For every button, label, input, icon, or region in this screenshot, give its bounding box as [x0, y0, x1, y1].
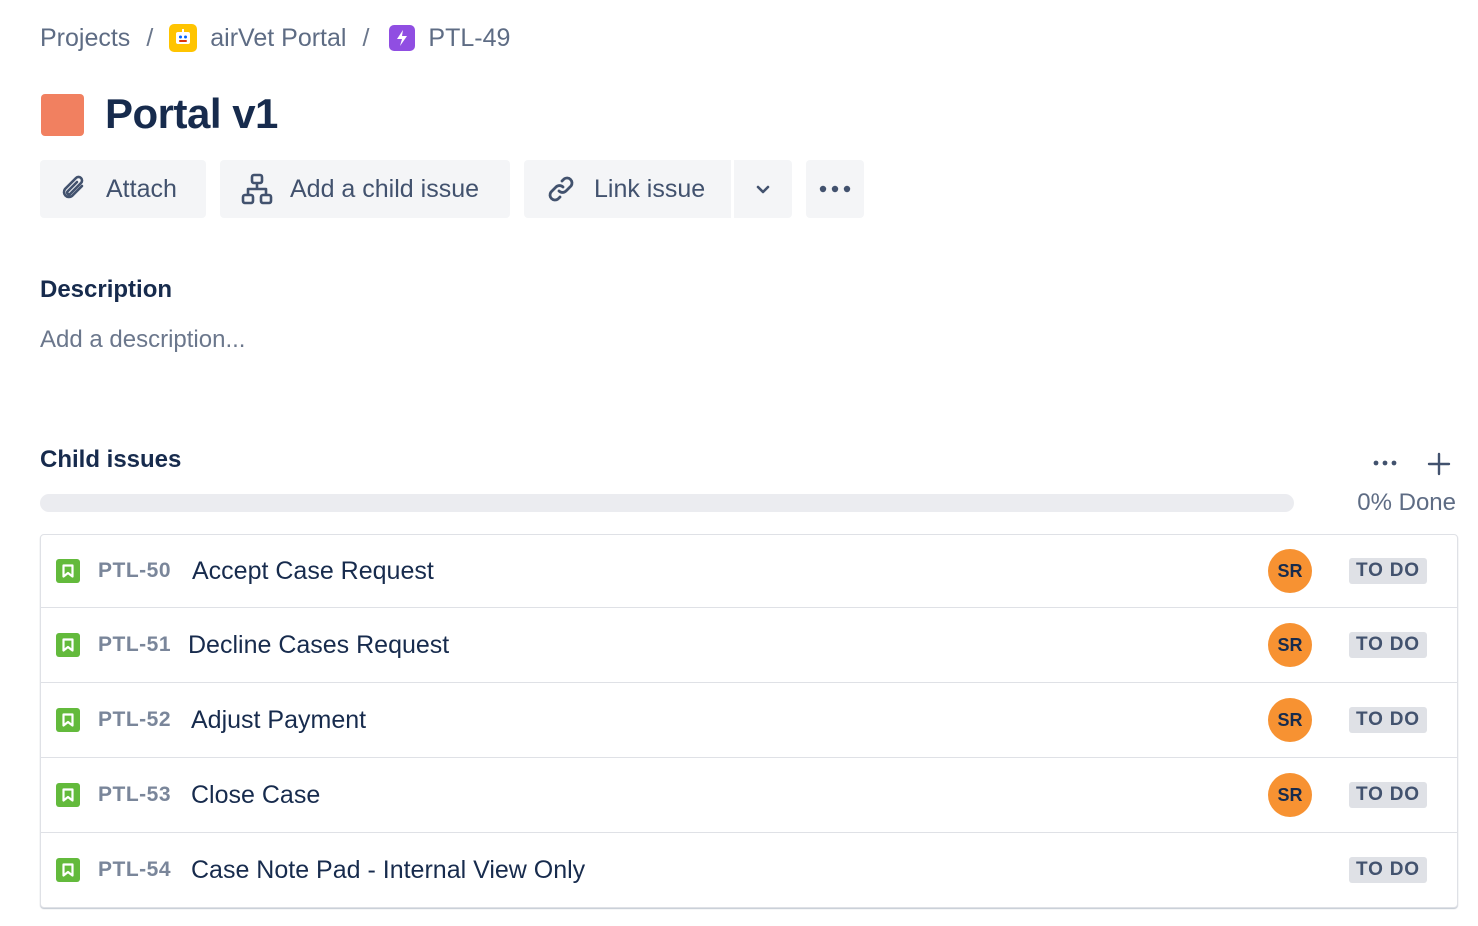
story-icon: [56, 858, 80, 882]
issue-summary[interactable]: Case Note Pad - Internal View Only: [191, 856, 585, 885]
project-avatar-icon[interactable]: [169, 24, 198, 52]
more-icon: [1373, 460, 1397, 466]
status-badge[interactable]: TO DO: [1349, 857, 1427, 883]
issue-summary[interactable]: Close Case: [191, 781, 320, 810]
breadcrumb-project[interactable]: airVet Portal: [210, 24, 346, 53]
story-icon: [56, 708, 80, 732]
status-badge[interactable]: TO DO: [1349, 558, 1427, 584]
issue-key[interactable]: PTL-51: [98, 633, 171, 657]
child-issue-row[interactable]: PTL-51 Decline Cases Request SR TO DO: [41, 607, 1457, 682]
issue-summary[interactable]: Adjust Payment: [191, 706, 366, 735]
assignee-avatar[interactable]: SR: [1268, 773, 1312, 817]
assignee-avatar[interactable]: SR: [1268, 698, 1312, 742]
lightning-icon: [389, 25, 416, 51]
more-actions-button[interactable]: [806, 160, 864, 218]
child-issue-row[interactable]: PTL-52 Adjust Payment SR TO DO: [41, 682, 1457, 757]
add-child-issue-button[interactable]: Add a child issue: [220, 160, 510, 218]
child-issues-list: PTL-50 Accept Case Request SR TO DO PTL-…: [40, 534, 1458, 908]
description-placeholder[interactable]: Add a description...: [40, 326, 245, 354]
status-badge[interactable]: TO DO: [1349, 707, 1427, 733]
issue-summary[interactable]: Accept Case Request: [192, 557, 434, 586]
breadcrumb-issue-key[interactable]: PTL-49: [428, 24, 510, 53]
breadcrumb-separator: /: [362, 23, 370, 52]
child-issues-progress-bar: [40, 494, 1294, 512]
child-issue-row[interactable]: PTL-53 Close Case SR TO DO: [41, 757, 1457, 832]
issue-key[interactable]: PTL-53: [98, 783, 171, 807]
page-title[interactable]: Portal v1: [105, 88, 278, 140]
link-issue-button[interactable]: Link issue: [524, 160, 731, 218]
child-issue-row[interactable]: PTL-54 Case Note Pad - Internal View Onl…: [41, 832, 1457, 907]
child-issue-row[interactable]: PTL-50 Accept Case Request SR TO DO: [41, 535, 1457, 607]
child-issues-more-button[interactable]: [1370, 452, 1400, 474]
link-issue-dropdown-button[interactable]: [734, 160, 792, 218]
add-child-issue-label: Add a child issue: [290, 174, 480, 203]
issue-key[interactable]: PTL-54: [98, 858, 171, 882]
story-icon: [56, 783, 80, 807]
epic-color-swatch: [41, 94, 84, 136]
status-badge[interactable]: TO DO: [1349, 782, 1427, 808]
attach-label: Attach: [106, 174, 177, 203]
chevron-down-icon: [754, 180, 772, 198]
link-issue-label: Link issue: [594, 174, 706, 203]
issue-key[interactable]: PTL-52: [98, 708, 171, 732]
assignee-avatar[interactable]: SR: [1268, 623, 1312, 667]
child-issues-heading: Child issues: [40, 446, 182, 473]
hierarchy-icon: [240, 172, 274, 206]
description-heading: Description: [40, 276, 173, 303]
assignee-avatar[interactable]: SR: [1268, 549, 1312, 593]
issue-summary[interactable]: Decline Cases Request: [188, 631, 449, 660]
plus-icon: [1427, 452, 1451, 476]
link-icon: [544, 172, 578, 206]
issue-key[interactable]: PTL-50: [98, 559, 171, 583]
add-child-issue-plus-button[interactable]: [1425, 450, 1453, 478]
story-icon: [56, 633, 80, 657]
paperclip-icon: [58, 172, 92, 206]
attach-button[interactable]: Attach: [40, 160, 206, 218]
more-icon: [818, 184, 852, 194]
progress-done-text: 0% Done: [1357, 489, 1456, 516]
story-icon: [56, 559, 80, 583]
breadcrumb-separator: /: [146, 23, 154, 52]
breadcrumb-projects[interactable]: Projects: [40, 24, 130, 53]
breadcrumb: Projects / airVet Portal / PTL-49: [40, 22, 510, 54]
status-badge[interactable]: TO DO: [1349, 632, 1427, 658]
